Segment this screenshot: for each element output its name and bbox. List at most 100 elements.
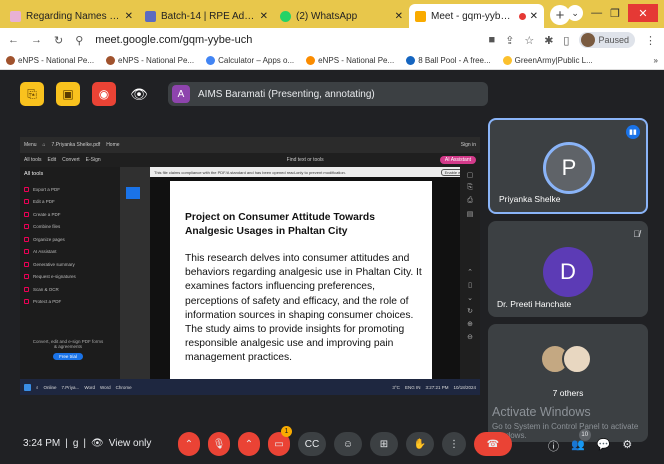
sidepanel-icon[interactable]: ▯ bbox=[563, 34, 569, 47]
tool-label: Scan & OCR bbox=[33, 286, 59, 292]
sign-in-link[interactable]: Sign in bbox=[461, 142, 476, 148]
info-icon[interactable]: ⓘ bbox=[548, 438, 559, 454]
browser-tab[interactable]: Batch-14 | RPE Address ✕ bbox=[139, 4, 274, 28]
browser-tab[interactable]: Regarding Names to be ✕ bbox=[4, 4, 139, 28]
tab-title: Batch-14 | RPE Address bbox=[161, 10, 256, 22]
tab-title: Meet - gqm-yybe-uch bbox=[431, 10, 516, 22]
participant-tile[interactable]: 🎙̸ D Dr. Preeti Hanchate bbox=[488, 221, 648, 317]
view-only-icon: 👁 bbox=[91, 438, 104, 449]
participant-tile[interactable]: ▮▮ P Priyanka Shelke bbox=[488, 118, 648, 214]
sidebar-tool-item[interactable]: AI Assistant bbox=[24, 246, 116, 259]
menu-kebab-icon[interactable]: ⋮ bbox=[645, 34, 656, 47]
home-tab[interactable]: Home bbox=[106, 142, 119, 148]
home-icon[interactable]: ⌂ bbox=[43, 142, 46, 148]
profile-button[interactable]: Paused bbox=[579, 32, 635, 48]
taskbar-item[interactable]: 7.Priya... bbox=[62, 385, 80, 390]
esign-tab[interactable]: E-Sign bbox=[86, 157, 101, 163]
tool-label: Generative summary bbox=[33, 261, 75, 267]
ai-assistant-button[interactable]: AI Assistant bbox=[439, 156, 476, 164]
sidebar-tool-item[interactable]: Request e-signatures bbox=[24, 271, 116, 284]
record-icon[interactable]: ◉ bbox=[92, 82, 116, 106]
layout-icon[interactable]: ▣ bbox=[56, 82, 80, 106]
forward-icon[interactable]: → bbox=[31, 34, 42, 46]
sidebar-tool-item[interactable]: Generative summary bbox=[24, 258, 116, 271]
browser-tab-strip: Regarding Names to be ✕ Batch-14 | RPE Ad… bbox=[0, 0, 664, 28]
camera-off-button[interactable]: ▭ 1 bbox=[268, 426, 292, 456]
minimize-icon[interactable]: — bbox=[591, 7, 602, 19]
bookmark-star-icon[interactable]: ☆ bbox=[524, 34, 534, 47]
page-icon[interactable]: ▯ bbox=[468, 281, 472, 289]
bookmark-item[interactable]: eNPS - National Pe... bbox=[306, 56, 394, 65]
menu-label[interactable]: Menu bbox=[24, 142, 37, 148]
bookmark-item[interactable]: 8 Ball Pool - A free... bbox=[406, 56, 491, 65]
sidebar-tool-item[interactable]: Create a PDF bbox=[24, 208, 116, 221]
browser-tab-active[interactable]: Meet - gqm-yybe-uch ✕ bbox=[409, 4, 544, 28]
bookmark-item[interactable]: GreenArmy|Public L... bbox=[502, 56, 593, 65]
taskbar-item[interactable]: Word bbox=[84, 385, 95, 390]
more-bookmarks-icon[interactable]: » bbox=[654, 56, 658, 65]
close-icon[interactable]: ✕ bbox=[395, 11, 403, 22]
bookmark-item[interactable]: Calculator – Apps o... bbox=[206, 56, 294, 65]
print-icon[interactable]: ⎙ bbox=[467, 197, 473, 205]
chat-icon[interactable]: 💬 bbox=[597, 438, 611, 454]
share-icon[interactable]: ⎘ bbox=[467, 184, 473, 192]
edit-tab[interactable]: Edit bbox=[48, 157, 57, 163]
tool-icon bbox=[24, 249, 29, 255]
activities-icon[interactable]: ⚙ bbox=[622, 438, 632, 454]
mic-off-button[interactable]: 🎙 bbox=[208, 432, 230, 456]
eye-icon[interactable]: 👁 bbox=[128, 86, 150, 103]
pin-icon[interactable]: ⎘ bbox=[20, 82, 44, 106]
camera-options-chevron-icon[interactable]: ⌃ bbox=[238, 432, 260, 456]
bookmark-item[interactable]: eNPS - National Pe... bbox=[6, 56, 94, 65]
url-field[interactable]: meet.google.com/gqm-yybe-uch bbox=[95, 34, 252, 46]
sidebar-tool-item[interactable]: Protect a PDF bbox=[24, 296, 116, 309]
sidebar-tool-item[interactable]: Combine files bbox=[24, 221, 116, 234]
present-button[interactable]: ⊞ bbox=[370, 432, 398, 456]
emoji-button[interactable]: ☺ bbox=[334, 432, 362, 456]
leave-call-button[interactable]: ☎ bbox=[474, 432, 512, 456]
window-close-button[interactable]: ✕ bbox=[628, 4, 658, 22]
close-icon[interactable]: ✕ bbox=[530, 11, 538, 22]
reload-icon[interactable]: ↻ bbox=[54, 34, 63, 47]
more-options-button[interactable]: ⋮ bbox=[442, 432, 466, 456]
find-tools-field[interactable]: Find text or tools bbox=[287, 157, 324, 163]
bookmark-item[interactable]: eNPS - National Pe... bbox=[106, 56, 194, 65]
search-icon[interactable]: ⌕ bbox=[36, 385, 39, 390]
sidebar-tool-item[interactable]: Scan & OCR bbox=[24, 283, 116, 296]
taskbar-item[interactable]: Chrome bbox=[116, 385, 132, 390]
zoom-out-icon[interactable]: ⊖ bbox=[467, 333, 473, 341]
extensions-icon[interactable]: ✱ bbox=[544, 34, 553, 47]
close-icon[interactable]: ✕ bbox=[125, 11, 133, 22]
page-thumbnail[interactable] bbox=[126, 187, 140, 199]
pdf-tab[interactable]: 7.Priyanka Shelke.pdf bbox=[52, 142, 101, 148]
scan-icon[interactable]: ▤ bbox=[467, 210, 474, 218]
captions-button[interactable]: CC bbox=[298, 432, 326, 456]
mic-options-chevron-icon[interactable]: ⌃ bbox=[178, 432, 200, 456]
rotate-icon[interactable]: ↻ bbox=[467, 307, 473, 315]
all-tools-tab[interactable]: All tools bbox=[24, 157, 42, 163]
zoom-in-icon[interactable]: ⊕ bbox=[467, 320, 473, 328]
tab-search-icon[interactable]: ⌄ bbox=[567, 5, 584, 21]
people-icon[interactable]: 👥 10 bbox=[571, 429, 591, 454]
restore-icon[interactable]: ❐ bbox=[610, 7, 620, 20]
raise-hand-button[interactable]: ✋ bbox=[406, 432, 434, 456]
taskbar-item[interactable]: Word bbox=[100, 385, 111, 390]
scroll-up-icon[interactable]: ⌃ bbox=[467, 268, 473, 276]
back-icon[interactable]: ← bbox=[8, 34, 19, 46]
sidebar-tool-item[interactable]: Export a PDF bbox=[24, 183, 116, 196]
taskbar-item[interactable]: Online bbox=[44, 385, 57, 390]
share-icon[interactable]: ⇪ bbox=[505, 34, 514, 47]
free-trial-button[interactable]: Free trial bbox=[53, 353, 83, 360]
convert-tab[interactable]: Convert bbox=[62, 157, 80, 163]
scroll-down-icon[interactable]: ⌄ bbox=[467, 294, 473, 302]
site-info-icon[interactable]: ⚲ bbox=[75, 34, 83, 47]
close-icon[interactable]: ✕ bbox=[260, 11, 268, 22]
comment-icon[interactable]: ▢ bbox=[467, 171, 474, 179]
browser-tab[interactable]: (2) WhatsApp ✕ bbox=[274, 4, 409, 28]
camera-indicator-icon[interactable]: ■ bbox=[488, 34, 495, 46]
windows-start-icon[interactable] bbox=[24, 383, 31, 391]
tab-title: (2) WhatsApp bbox=[296, 10, 358, 22]
call-controls: ⌃ 🎙 ⌃ ▭ 1 CC ☺ ⊞ ✋ ⋮ ☎ bbox=[178, 426, 512, 456]
sidebar-tool-item[interactable]: Organize pages bbox=[24, 233, 116, 246]
sidebar-tool-item[interactable]: Edit a PDF bbox=[24, 196, 116, 209]
